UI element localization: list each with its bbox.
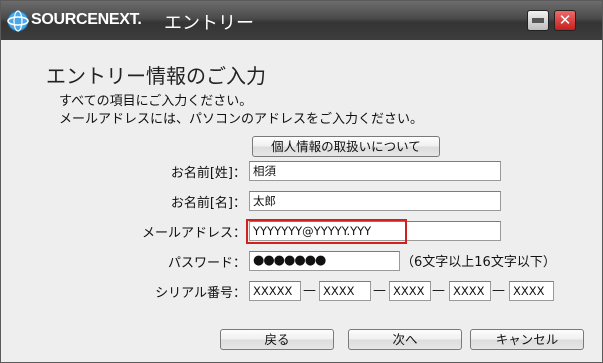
- window-title: エントリー: [164, 13, 254, 34]
- brand-name: SOURCENEXT.: [31, 11, 142, 28]
- privacy-policy-button[interactable]: 個人情報の取扱いについて: [252, 136, 440, 157]
- serial-separator-1: —: [303, 283, 316, 298]
- serial-field-1[interactable]: XXXXX: [249, 281, 301, 301]
- next-button[interactable]: 次へ: [348, 329, 462, 350]
- dialog-content: エントリー情報のご入力 すべての項目にご入力ください。 メールアドレスには、パソ…: [1, 40, 602, 362]
- password-hint: （6文字以上16文字以下）: [401, 255, 556, 270]
- first-name-label: お名前[名]：: [170, 196, 246, 211]
- instruction-line-2: メールアドレスには、パソコンのアドレスをご入力ください。: [59, 112, 424, 127]
- serial-field-3[interactable]: XXXX: [389, 281, 431, 301]
- minimize-button[interactable]: [527, 10, 549, 31]
- close-button[interactable]: ✕: [554, 10, 576, 31]
- password-field[interactable]: ●●●●●●●: [249, 251, 400, 271]
- entry-window: SOURCENEXT. エントリー ✕ エントリー情報のご入力 すべての項目にご…: [0, 0, 603, 363]
- back-button[interactable]: 戻る: [220, 329, 334, 350]
- serial-field-5[interactable]: XXXX: [509, 281, 554, 301]
- sourcenext-logo-icon: [7, 10, 29, 32]
- serial-separator-3: —: [432, 283, 445, 298]
- serial-field-2[interactable]: XXXX: [319, 281, 371, 301]
- email-label: メールアドレス：: [141, 226, 246, 241]
- cancel-button[interactable]: キャンセル: [470, 329, 584, 350]
- serial-field-4[interactable]: XXXX: [449, 281, 491, 301]
- serial-separator-2: —: [373, 283, 386, 298]
- last-name-field[interactable]: 相須: [249, 161, 501, 181]
- page-title: エントリー情報のご入力: [46, 64, 266, 88]
- last-name-label: お名前[姓]：: [170, 166, 246, 181]
- first-name-field[interactable]: 太郎: [249, 191, 501, 211]
- serial-separator-4: —: [492, 283, 505, 298]
- title-bar: SOURCENEXT. エントリー ✕: [1, 1, 602, 40]
- serial-label: シリアル番号：: [155, 286, 246, 301]
- instruction-line-1: すべての項目にご入力ください。: [59, 94, 253, 109]
- email-highlight-box: [246, 219, 407, 244]
- close-icon: ✕: [558, 11, 572, 29]
- password-label: パスワード：: [167, 256, 246, 271]
